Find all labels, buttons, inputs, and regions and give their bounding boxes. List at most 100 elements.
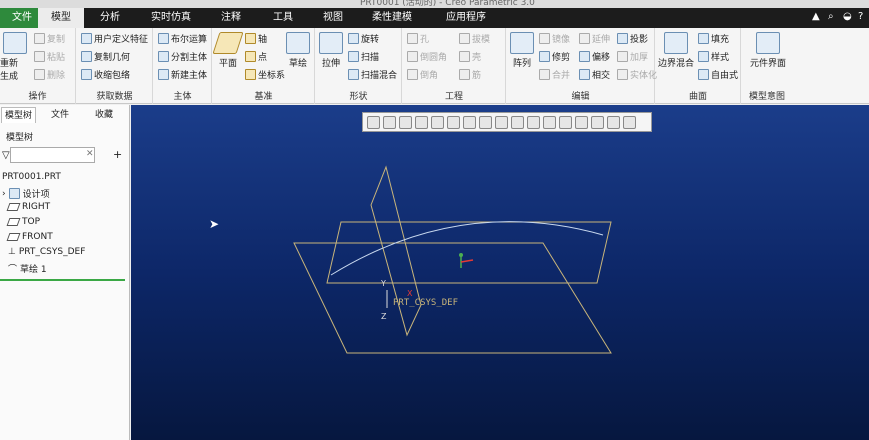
sketch-button[interactable]: 草绘 [285, 32, 311, 69]
fill-icon [698, 33, 709, 44]
axis-button[interactable]: 轴 [245, 32, 267, 45]
csys-origin [459, 253, 463, 257]
filter-icon[interactable]: ▽ [2, 150, 10, 161]
search-input[interactable] [10, 147, 95, 163]
saved-views-icon[interactable] [463, 115, 476, 129]
copy-button[interactable]: 复制 [34, 32, 65, 45]
arrow-up-icon[interactable]: ▲ [812, 11, 820, 22]
delete-button[interactable]: 删除 [34, 68, 65, 81]
sweep-button[interactable]: 扫描 [348, 50, 379, 63]
display-style-icon[interactable] [447, 115, 460, 129]
csys-button[interactable]: 坐标系 [245, 68, 285, 81]
style-button[interactable]: 样式 [698, 50, 729, 63]
plane-icon [6, 218, 21, 226]
tab-flexible-modeling[interactable]: 柔性建模 [366, 8, 418, 28]
sketch-icon: ⌒ [8, 265, 18, 275]
paste-button[interactable]: 粘贴 [34, 50, 65, 63]
graphics-viewport[interactable]: Y X Z PRT_CSYS_DEF ➤ [131, 105, 869, 440]
solidify-button[interactable]: 实体化 [617, 68, 657, 81]
freestyle-button[interactable]: 自由式 [698, 68, 738, 81]
csys-display-icon[interactable] [591, 115, 604, 129]
mirror-icon [539, 33, 550, 44]
pattern-button[interactable]: 阵列 [509, 32, 535, 69]
tab-favorites[interactable]: 收藏 [92, 107, 116, 123]
trim-button[interactable]: 修剪 [539, 50, 570, 63]
model-geometry: Y X Z PRT_CSYS_DEF [293, 165, 612, 354]
tree-item-top[interactable]: TOP [6, 217, 40, 227]
offset-button[interactable]: 偏移 [579, 50, 610, 63]
datum-display-icon[interactable] [511, 115, 524, 129]
tab-folder[interactable]: 文件 [48, 107, 72, 123]
hole-button[interactable]: 孔 [407, 32, 429, 45]
annotation-display-icon[interactable] [527, 115, 540, 129]
search-icon[interactable]: ⌕ [828, 11, 834, 22]
hole-icon [407, 33, 418, 44]
window-title: PRT0001 (活动的) - Creo Parametric 3.0 [360, 0, 535, 8]
boundary-blend-button[interactable]: 边界混合 [658, 32, 694, 69]
tab-applications[interactable]: 应用程序 [436, 8, 496, 28]
tab-simulation[interactable]: 实时仿真 [145, 8, 197, 28]
close-icon[interactable]: ✕ [86, 149, 94, 159]
merge-icon [539, 69, 550, 80]
copy-geometry-button[interactable]: 复制几何 [81, 50, 130, 63]
tab-model-tree[interactable]: 模型树 [1, 107, 37, 123]
tree-item-sketch[interactable]: ⌒ 草绘 1 [8, 262, 47, 275]
axis-display-icon[interactable] [559, 115, 572, 129]
zoom-out-icon[interactable] [399, 115, 412, 129]
fill-button[interactable]: 填充 [698, 32, 729, 45]
pause-icon[interactable] [607, 115, 620, 129]
regenerate-button[interactable]: 重新生成 [0, 32, 28, 82]
swept-blend-button[interactable]: 扫描混合 [348, 68, 397, 81]
group-label: 工程 [444, 92, 463, 102]
extrude-button[interactable]: 拉伸 [318, 32, 344, 69]
split-body-button[interactable]: 分割主体 [158, 50, 207, 63]
tree-item-part[interactable]: PRT0001.PRT [2, 172, 61, 182]
intersect-button[interactable]: 相交 [579, 68, 610, 81]
mirror-button[interactable]: 镜像 [539, 32, 570, 45]
tab-analysis[interactable]: 分析 [92, 8, 128, 28]
shell-button[interactable]: 壳 [459, 50, 481, 63]
tree-item-csys[interactable]: ⊥ PRT_CSYS_DEF [8, 247, 85, 257]
tab-model[interactable]: 模型 [38, 8, 84, 28]
tab-annotate[interactable]: 注释 [213, 8, 249, 28]
draft-button[interactable]: 拔模 [459, 32, 490, 45]
refit-icon[interactable] [367, 115, 380, 129]
shrinkwrap-button[interactable]: 收缩包络 [81, 68, 130, 81]
extend-button[interactable]: 延伸 [579, 32, 610, 45]
component-interface-button[interactable]: 元件界面 [746, 32, 790, 69]
zoom-in-icon[interactable] [383, 115, 396, 129]
add-icon[interactable]: + [113, 148, 122, 161]
thicken-button[interactable]: 加厚 [617, 50, 648, 63]
point-display-icon[interactable] [575, 115, 588, 129]
boolean-button[interactable]: 布尔运算 [158, 32, 207, 45]
help-icon[interactable]: ? [858, 11, 863, 22]
group-label: 主体 [173, 92, 192, 102]
plane-button[interactable]: 平面 [212, 32, 244, 69]
title-bar: PRT0001 (活动的) - Creo Parametric 3.0 [0, 0, 869, 8]
new-body-button[interactable]: 新建主体 [158, 68, 207, 81]
repaint-icon[interactable] [415, 115, 428, 129]
tree-item-design-items[interactable]: › 设计项 [2, 187, 50, 200]
settings-icon[interactable]: ◒ [843, 11, 852, 22]
group-datum: 平面 轴 点 坐标系 草绘 基准 [212, 28, 315, 104]
style-icon [698, 51, 709, 62]
boolean-icon [158, 33, 169, 44]
tab-tools[interactable]: 工具 [265, 8, 301, 28]
tree-item-front[interactable]: FRONT [6, 232, 53, 242]
rib-button[interactable]: 筋 [459, 68, 481, 81]
project-button[interactable]: 投影 [617, 32, 648, 45]
revolve-button[interactable]: 旋转 [348, 32, 379, 45]
round-button[interactable]: 倒圆角 [407, 50, 447, 63]
appearance-icon[interactable] [623, 115, 636, 129]
merge-button[interactable]: 合并 [539, 68, 570, 81]
boundary-blend-icon [664, 32, 688, 54]
section-icon[interactable] [495, 115, 508, 129]
spin-center-icon[interactable] [431, 115, 444, 129]
tree-item-right[interactable]: RIGHT [6, 202, 50, 212]
tab-view[interactable]: 视图 [315, 8, 351, 28]
udf-button[interactable]: 用户定义特征 [81, 32, 148, 45]
chamfer-button[interactable]: 倒角 [407, 68, 438, 81]
point-button[interactable]: 点 [245, 50, 267, 63]
view-manager-icon[interactable] [479, 115, 492, 129]
plane-display-icon[interactable] [543, 115, 556, 129]
